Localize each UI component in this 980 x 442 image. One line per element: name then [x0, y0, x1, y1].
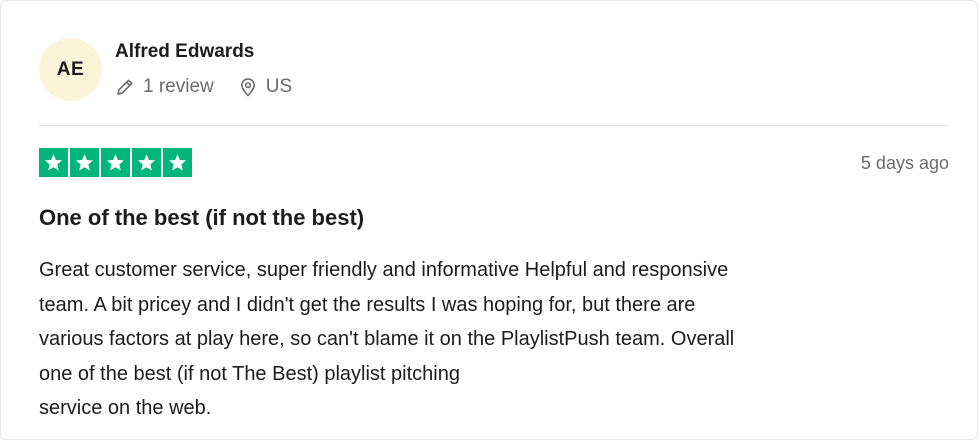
star-icon	[163, 148, 192, 177]
review-count: 1 review	[115, 76, 214, 98]
review-count-label: 1 review	[143, 76, 214, 97]
reviewer-name[interactable]: Alfred Edwards	[115, 41, 292, 63]
review-date: 5 days ago	[860, 153, 949, 173]
review-body-line: various factors at play here, so can't b…	[39, 328, 735, 350]
reviewer-info: Alfred Edwards 1 review US	[115, 41, 292, 98]
location-pin-icon	[238, 77, 258, 97]
review-body-line: team. A bit pricey and I didn't get the …	[39, 293, 696, 316]
review-body: Great customer service, super friendly a…	[39, 253, 939, 426]
country-label: US	[265, 76, 293, 97]
review-body-line: service on the web.	[39, 397, 212, 419]
star-icon	[132, 148, 161, 177]
reviewer-header: AE Alfred Edwards 1 review US	[39, 38, 292, 101]
star-icon	[101, 148, 130, 177]
divider	[39, 125, 949, 126]
review-card: AE Alfred Edwards 1 review US 5 days ago…	[0, 0, 978, 440]
avatar[interactable]: AE	[39, 38, 102, 101]
star-icon	[70, 148, 99, 177]
reviewer-meta: 1 review US	[115, 76, 292, 98]
review-body-line: one of the best (if not The Best) playli…	[39, 362, 460, 385]
star-rating	[39, 148, 194, 177]
star-icon	[39, 148, 68, 177]
pencil-icon	[115, 77, 135, 97]
review-title[interactable]: One of the best (if not the best)	[39, 205, 364, 231]
reviewer-country: US	[238, 76, 292, 98]
review-body-line: Great customer service, super friendly a…	[39, 259, 729, 281]
